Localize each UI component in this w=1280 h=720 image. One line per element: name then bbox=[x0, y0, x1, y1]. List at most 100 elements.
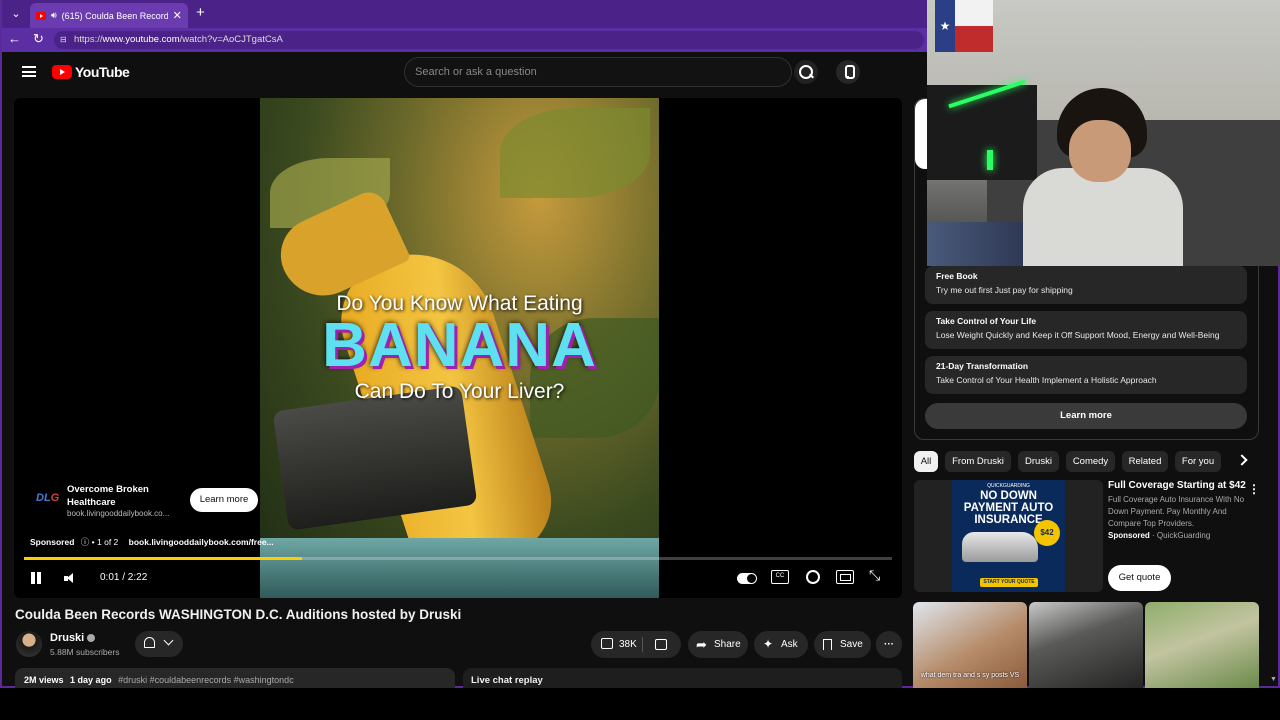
ad-panel-banner bbox=[915, 99, 927, 169]
browser-window: ⌄ 🔊︎ (615) Coulda Been Records W ✕ + ← ↻… bbox=[0, 0, 1280, 688]
like-count[interactable]: 38K bbox=[619, 631, 637, 658]
short-caption: what dem tra and s sy posts VS bbox=[920, 672, 1020, 679]
chip-related[interactable]: Related bbox=[1122, 451, 1168, 472]
promo-title[interactable]: Full Coverage Starting at $42 bbox=[1108, 480, 1246, 491]
ad-card-domain: book.livingooddailybook.co... bbox=[67, 509, 170, 518]
info-icon[interactable]: ⓘ bbox=[81, 537, 90, 547]
progress-fill bbox=[24, 557, 302, 560]
offer-title: Free Book bbox=[936, 271, 978, 281]
chip-for-you[interactable]: For you bbox=[1175, 451, 1221, 472]
get-quote-button[interactable]: Get quote bbox=[1108, 565, 1171, 591]
flag-white-stripe bbox=[955, 0, 993, 26]
chevron-right-icon[interactable] bbox=[1236, 454, 1248, 466]
upload-age: 1 day ago bbox=[70, 675, 112, 685]
promo-sponsor: Sponsored · QuickGuarding bbox=[1108, 531, 1210, 540]
site-info-icon[interactable]: ⊟ bbox=[60, 31, 67, 49]
ad-card-title: Overcome Broken Healthcare bbox=[67, 484, 149, 508]
tab-title: (615) Coulda Been Records W bbox=[61, 10, 168, 21]
thumbs-down-icon[interactable] bbox=[655, 639, 667, 650]
settings-gear-icon[interactable] bbox=[804, 570, 822, 584]
sponsored-line: Sponsored ⓘ • 1 of 2 book.livingooddaily… bbox=[30, 536, 278, 548]
person-face bbox=[1069, 120, 1131, 182]
thumbs-up-icon[interactable] bbox=[601, 638, 613, 649]
volume-icon[interactable] bbox=[64, 572, 78, 584]
panel-learn-more-button[interactable]: Learn more bbox=[925, 403, 1247, 429]
menu-icon[interactable] bbox=[22, 66, 36, 77]
car-image bbox=[962, 532, 1038, 562]
promo-cta: START YOUR QUOTE bbox=[980, 578, 1038, 587]
offer-title: 21-Day Transformation bbox=[936, 361, 1029, 371]
offer-item[interactable]: Take Control of Your Life Lose Weight Qu… bbox=[925, 311, 1247, 349]
reload-icon[interactable]: ↻ bbox=[33, 31, 44, 47]
scroll-down-icon[interactable]: ▼ bbox=[1270, 676, 1277, 683]
promo-thumbnail[interactable]: QUICKGUARDING NO DOWN PAYMENT AUTO INSUR… bbox=[914, 480, 1103, 592]
hashtags[interactable]: #druski #couldabeenrecords #washingtondc bbox=[118, 675, 294, 685]
more-vert-icon[interactable]: ⋮ bbox=[1248, 482, 1260, 496]
theater-mode-icon[interactable] bbox=[836, 570, 854, 584]
tab-list-chevron-icon[interactable]: ⌄ bbox=[6, 4, 26, 24]
promo-description: Full Coverage Auto Insurance With No Dow… bbox=[1108, 495, 1245, 528]
more-actions-button[interactable]: ··· bbox=[876, 631, 902, 658]
bookmark-icon bbox=[823, 639, 832, 650]
chip-druski[interactable]: Druski bbox=[1018, 451, 1059, 472]
webcam-overlay: ★ bbox=[927, 0, 1280, 266]
chip-from-druski[interactable]: From Druski bbox=[945, 451, 1011, 472]
blanket-image bbox=[927, 222, 1037, 266]
youtube-header: YouTube Search or ask a question bbox=[2, 52, 928, 92]
pause-icon[interactable] bbox=[30, 572, 42, 584]
fullscreen-icon[interactable] bbox=[869, 567, 887, 584]
ad-headline-main: BANANA bbox=[322, 311, 597, 380]
view-count: 2M views bbox=[24, 675, 64, 685]
offer-desc: Take Control of Your Health Implement a … bbox=[936, 375, 1157, 385]
sparkle-icon: ✦ bbox=[763, 637, 774, 651]
description-box[interactable]: 2M views 1 day ago #druski #couldabeenre… bbox=[15, 668, 455, 688]
advertiser-logo-text-b: G bbox=[50, 492, 60, 504]
like-dislike-group: 38K bbox=[591, 631, 681, 658]
chip-all[interactable]: All bbox=[914, 451, 938, 472]
video-player[interactable]: Do You Know What Eating BANANA Can Do To… bbox=[14, 98, 902, 598]
streaming-rig-image bbox=[927, 85, 1037, 180]
short-thumbnail[interactable] bbox=[1029, 602, 1143, 688]
water-image bbox=[260, 538, 659, 598]
texas-flag-image: ★ bbox=[935, 0, 993, 52]
chip-comedy[interactable]: Comedy bbox=[1066, 451, 1115, 472]
notifications-button[interactable] bbox=[135, 631, 183, 657]
save-button[interactable]: Save bbox=[814, 631, 871, 658]
person-body bbox=[1023, 168, 1183, 266]
microphone-icon[interactable] bbox=[836, 60, 860, 84]
progress-bar[interactable] bbox=[24, 557, 892, 560]
ask-button[interactable]: ✦ Ask bbox=[754, 631, 808, 658]
autoplay-toggle[interactable] bbox=[737, 573, 757, 584]
leaf-shape bbox=[500, 108, 650, 198]
ask-label: Ask bbox=[781, 639, 798, 650]
sponsored-domain[interactable]: book.livingooddailybook.com/free... bbox=[129, 537, 274, 547]
captions-icon[interactable]: CC bbox=[771, 570, 789, 584]
url-field[interactable]: ⊟ https://www.youtube.com/watch?v=AoCJTg… bbox=[54, 31, 924, 49]
live-chat-replay-header[interactable]: Live chat replay bbox=[463, 668, 902, 688]
new-tab-icon[interactable]: + bbox=[196, 4, 205, 22]
advertiser-logo-text-a: DL bbox=[36, 492, 51, 504]
offer-item[interactable]: Free Book Try me out first Just pay for … bbox=[925, 266, 1247, 304]
search-icon[interactable] bbox=[794, 60, 818, 84]
offer-item[interactable]: 21-Day Transformation Take Control of Yo… bbox=[925, 356, 1247, 394]
learn-more-button[interactable]: Learn more bbox=[190, 488, 258, 512]
share-label: Share bbox=[714, 639, 741, 650]
ad-video-frame[interactable]: Do You Know What Eating BANANA Can Do To… bbox=[260, 98, 659, 598]
advertiser-logo: DLG bbox=[36, 492, 59, 504]
time-display: 0:01 / 2:22 bbox=[100, 572, 148, 583]
sponsored-label: Sponsored bbox=[30, 537, 75, 547]
close-tab-icon[interactable]: ✕ bbox=[173, 9, 182, 22]
share-button[interactable]: ➦ Share bbox=[688, 631, 748, 658]
avatar[interactable] bbox=[16, 631, 42, 657]
back-arrow-icon[interactable]: ← bbox=[8, 31, 21, 46]
search-input[interactable]: Search or ask a question bbox=[404, 57, 792, 87]
price-badge: $42 bbox=[1034, 520, 1060, 546]
speaker-icon[interactable]: 🔊︎ bbox=[51, 10, 57, 21]
short-thumbnail[interactable]: what dem tra and s sy posts VS bbox=[913, 602, 1027, 688]
subscriber-count: 5.88M subscribers bbox=[50, 647, 120, 657]
browser-tab[interactable]: 🔊︎ (615) Coulda Been Records W ✕ bbox=[30, 3, 188, 28]
channel-name[interactable]: Druski bbox=[50, 632, 96, 644]
filter-chips: All From Druski Druski Comedy Related Fo… bbox=[914, 451, 1259, 473]
youtube-logo[interactable]: YouTube bbox=[52, 64, 130, 80]
short-thumbnail[interactable] bbox=[1145, 602, 1259, 688]
